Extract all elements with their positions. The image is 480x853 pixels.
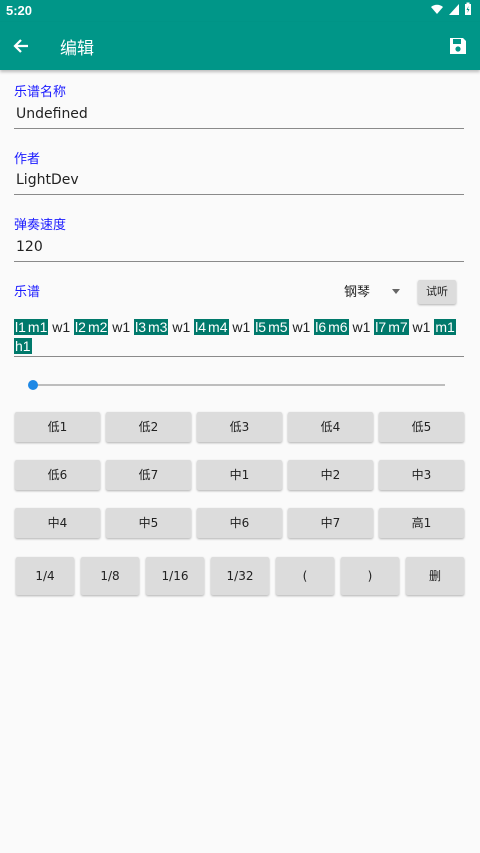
note-button[interactable]: 中5 — [106, 508, 191, 538]
note-button[interactable]: 低5 — [379, 412, 464, 442]
page-title: 编辑 — [60, 39, 94, 59]
control-button[interactable]: ( — [276, 557, 334, 595]
control-button[interactable]: 1/32 — [211, 557, 269, 595]
score-name-input[interactable]: Undefined — [14, 101, 464, 129]
score-token: w1 — [112, 319, 131, 335]
note-button[interactable]: 中4 — [15, 508, 100, 538]
score-token: m4 — [207, 319, 229, 335]
note-button[interactable]: 低6 — [15, 460, 100, 490]
wifi-icon — [431, 4, 443, 14]
control-button[interactable]: 删 — [406, 557, 464, 595]
status-bar: 5:20 — [0, 0, 480, 22]
score-token: w1 — [232, 319, 251, 335]
note-button[interactable]: 中2 — [288, 460, 373, 490]
score-token: m6 — [327, 319, 349, 335]
score-token: l7 — [374, 319, 388, 335]
instrument-dropdown[interactable]: 钢琴 — [344, 281, 404, 303]
note-button[interactable]: 中6 — [197, 508, 282, 538]
control-button[interactable]: ) — [341, 557, 399, 595]
score-token: w1 — [52, 319, 71, 335]
app-bar: 编辑 — [0, 22, 480, 70]
note-button[interactable]: 中1 — [197, 460, 282, 490]
status-icons — [430, 2, 472, 16]
dropdown-arrow-icon — [392, 289, 400, 294]
score-token: l1 — [14, 319, 27, 335]
score-token: h1 — [14, 338, 32, 354]
score-token: w1 — [172, 319, 191, 335]
score-token: l5 — [254, 319, 268, 335]
note-button[interactable]: 低2 — [106, 412, 191, 442]
score-token: w1 — [292, 319, 311, 335]
score-token: w1 — [352, 319, 371, 335]
note-button[interactable]: 低3 — [197, 412, 282, 442]
control-button[interactable]: 1/16 — [146, 557, 204, 595]
slider-thumb[interactable] — [28, 380, 38, 390]
score-token: m2 — [86, 319, 109, 335]
speed-label: 弹奏速度 — [14, 218, 67, 233]
score-token: m7 — [387, 319, 409, 335]
score-token: l3 — [134, 319, 147, 335]
score-token: w1 — [412, 319, 431, 335]
note-button[interactable]: 中3 — [379, 460, 464, 490]
score-token: l2 — [74, 319, 87, 335]
control-button[interactable]: 1/4 — [16, 557, 74, 595]
score-token: m1 — [26, 319, 49, 335]
note-button[interactable]: 中7 — [288, 508, 373, 538]
note-button[interactable]: 低7 — [106, 460, 191, 490]
score-input[interactable]: l1 m1 w1 l2 m2 w1 l3 m3 w1 l4 m4 w1 l5 m5 w1 … — [14, 318, 464, 357]
score-token: m1 — [434, 319, 456, 335]
signal-icon — [449, 4, 459, 15]
try-listen-button[interactable]: 试听 — [418, 280, 456, 304]
battery-icon — [465, 2, 471, 15]
score-token: l4 — [194, 319, 208, 335]
author-input[interactable]: LightDev — [14, 167, 464, 195]
slider-track — [33, 384, 445, 386]
score-name-label: 乐谱名称 — [14, 85, 67, 100]
note-button[interactable]: 低1 — [15, 412, 100, 442]
playback-slider[interactable] — [28, 380, 445, 390]
save-icon[interactable] — [444, 32, 472, 60]
score-token: l6 — [314, 319, 328, 335]
back-arrow-icon[interactable] — [8, 32, 36, 60]
status-time: 5:20 — [6, 3, 33, 18]
score-token: m5 — [267, 319, 289, 335]
note-button[interactable]: 低4 — [288, 412, 373, 442]
note-button[interactable]: 高1 — [379, 508, 464, 538]
score-token: m3 — [147, 319, 169, 335]
control-button[interactable]: 1/8 — [81, 557, 139, 595]
instrument-value: 钢琴 — [344, 285, 371, 300]
speed-input[interactable]: 120 — [14, 234, 464, 262]
author-label: 作者 — [14, 152, 41, 167]
score-label: 乐谱 — [14, 285, 41, 300]
